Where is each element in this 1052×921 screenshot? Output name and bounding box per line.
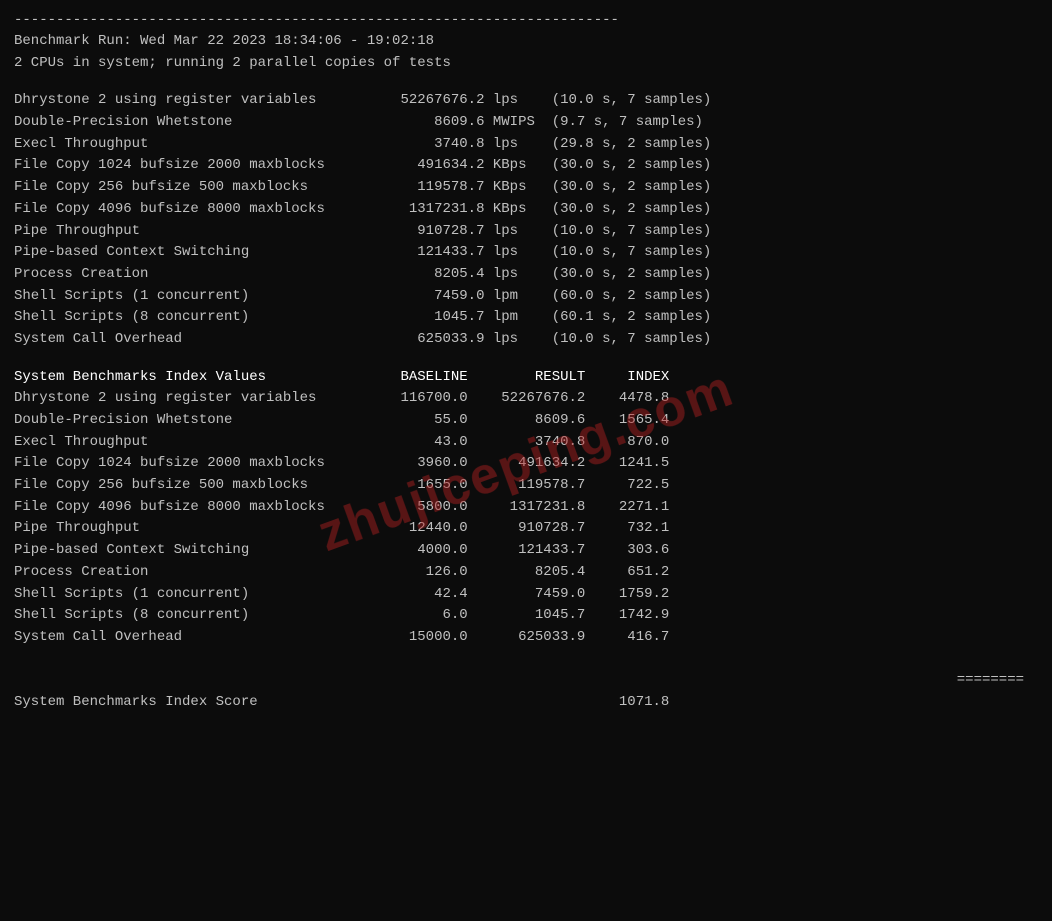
raw-benchmarks-section: Dhrystone 2 using register variables 522… xyxy=(14,90,1038,350)
raw-benchmark-row: File Copy 256 bufsize 500 maxblocks 1195… xyxy=(14,177,1038,199)
raw-benchmark-row: File Copy 4096 bufsize 8000 maxblocks 13… xyxy=(14,199,1038,221)
index-benchmark-row: Pipe-based Context Switching 4000.0 1214… xyxy=(14,540,1038,562)
raw-benchmark-row: Execl Throughput 3740.8 lps (29.8 s, 2 s… xyxy=(14,134,1038,156)
index-benchmark-row: Pipe Throughput 12440.0 910728.7 732.1 xyxy=(14,518,1038,540)
index-benchmark-row: Execl Throughput 43.0 3740.8 870.0 xyxy=(14,432,1038,454)
score-separator-line: ======== xyxy=(14,649,1038,692)
index-benchmark-row: Double-Precision Whetstone 55.0 8609.6 1… xyxy=(14,410,1038,432)
raw-benchmark-row: Process Creation 8205.4 lps (30.0 s, 2 s… xyxy=(14,264,1038,286)
separator-top: ----------------------------------------… xyxy=(14,10,1038,31)
header-line1: Benchmark Run: Wed Mar 22 2023 18:34:06 … xyxy=(14,31,1038,53)
final-score-line: System Benchmarks Index Score 1071.8 xyxy=(14,692,1038,714)
index-benchmark-row: Shell Scripts (8 concurrent) 6.0 1045.7 … xyxy=(14,605,1038,627)
index-benchmark-row: Shell Scripts (1 concurrent) 42.4 7459.0… xyxy=(14,584,1038,606)
index-benchmarks-section: Dhrystone 2 using register variables 116… xyxy=(14,388,1038,648)
raw-benchmark-row: Dhrystone 2 using register variables 522… xyxy=(14,90,1038,112)
index-benchmark-row: Process Creation 126.0 8205.4 651.2 xyxy=(14,562,1038,584)
index-benchmark-row: File Copy 1024 bufsize 2000 maxblocks 39… xyxy=(14,453,1038,475)
raw-benchmark-row: Double-Precision Whetstone 8609.6 MWIPS … xyxy=(14,112,1038,134)
index-benchmark-row: System Call Overhead 15000.0 625033.9 41… xyxy=(14,627,1038,649)
index-benchmark-row: Dhrystone 2 using register variables 116… xyxy=(14,388,1038,410)
raw-benchmark-row: Shell Scripts (1 concurrent) 7459.0 lpm … xyxy=(14,286,1038,308)
raw-benchmark-row: Pipe Throughput 910728.7 lps (10.0 s, 7 … xyxy=(14,221,1038,243)
index-benchmark-row: File Copy 4096 bufsize 8000 maxblocks 58… xyxy=(14,497,1038,519)
raw-benchmark-row: System Call Overhead 625033.9 lps (10.0 … xyxy=(14,329,1038,351)
index-header: System Benchmarks Index Values BASELINE … xyxy=(14,367,1038,389)
raw-benchmark-row: File Copy 1024 bufsize 2000 maxblocks 49… xyxy=(14,155,1038,177)
index-benchmark-row: File Copy 256 bufsize 500 maxblocks 1655… xyxy=(14,475,1038,497)
raw-benchmark-row: Pipe-based Context Switching 121433.7 lp… xyxy=(14,242,1038,264)
raw-benchmark-row: Shell Scripts (8 concurrent) 1045.7 lpm … xyxy=(14,307,1038,329)
header-line2: 2 CPUs in system; running 2 parallel cop… xyxy=(14,53,1038,75)
equals-separator: ======== xyxy=(957,672,1024,688)
